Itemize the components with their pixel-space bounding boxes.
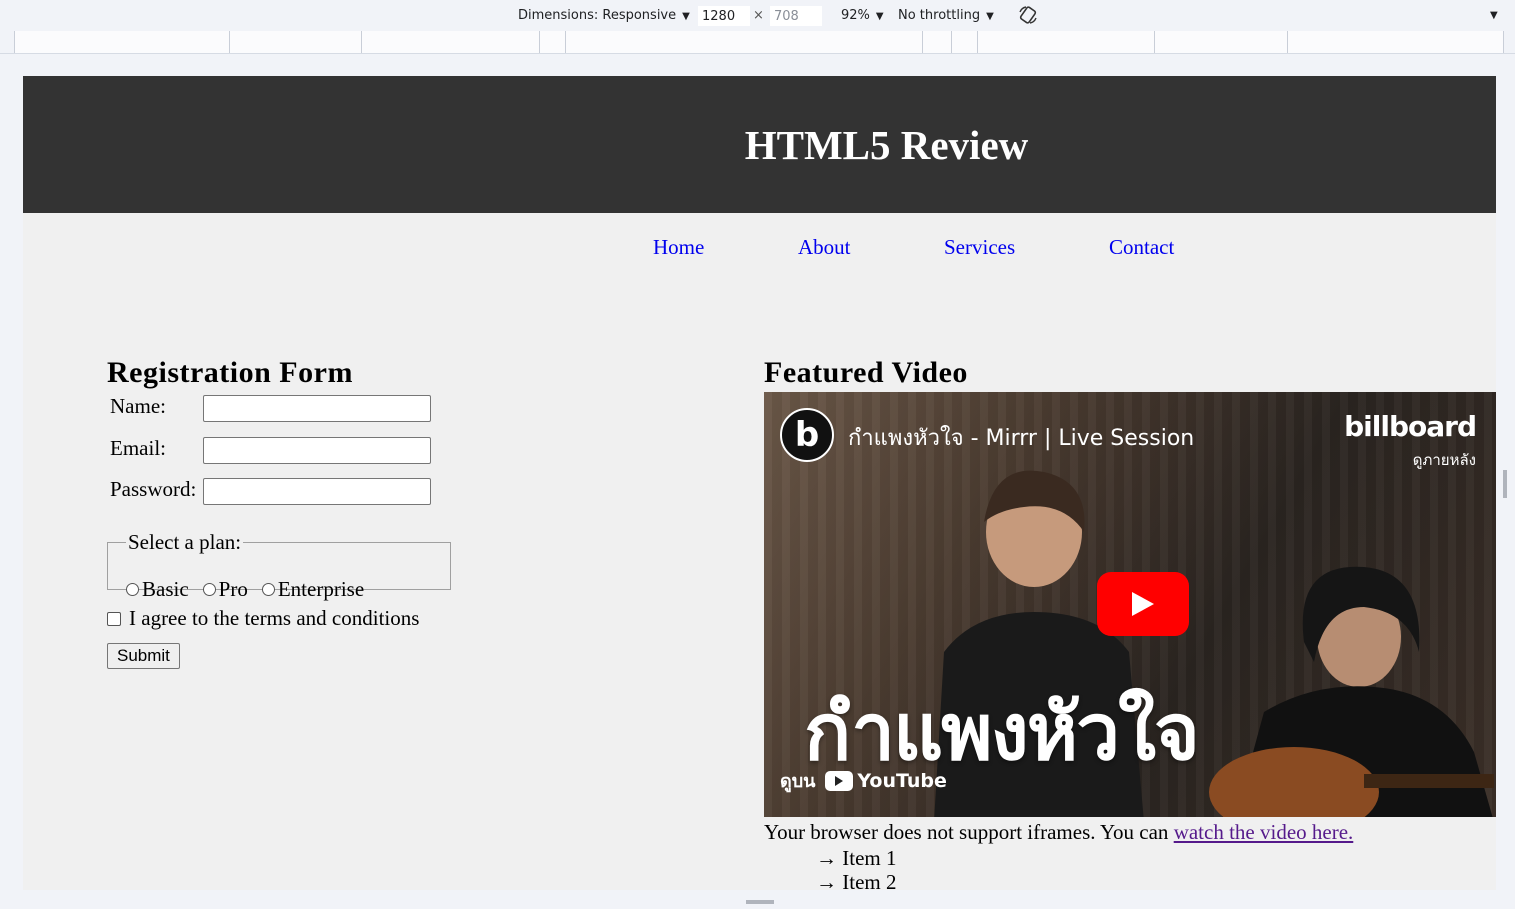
email-row: Email: xyxy=(107,432,527,474)
nav-home-link[interactable]: Home xyxy=(653,235,704,260)
resize-handle-right[interactable] xyxy=(1503,470,1507,498)
devtools-toolbar: Dimensions: Responsive ▼ × 92% ▼ No thrott… xyxy=(0,0,1515,32)
watch-on-youtube[interactable]: ดูบน YouTube xyxy=(780,766,947,795)
terms-checkbox[interactable] xyxy=(107,611,121,626)
channel-logo[interactable]: b xyxy=(780,408,834,462)
featured-video-section: Featured Video b กำแพงหัวใจ - Mirrr | Li… xyxy=(764,356,1496,890)
form-heading: Registration Form xyxy=(107,356,353,389)
watch-video-link[interactable]: watch the video here. xyxy=(1174,820,1354,844)
dimensions-dropdown[interactable]: Dimensions: Responsive ▼ xyxy=(518,8,690,23)
terms-row: I agree to the terms and conditions xyxy=(107,606,419,631)
play-icon xyxy=(1132,592,1154,616)
viewport-height-input[interactable] xyxy=(770,6,822,26)
page-viewport: HTML5 Review Home About Services Contact… xyxy=(23,76,1496,890)
password-input[interactable] xyxy=(203,478,431,505)
radio-circle-icon xyxy=(202,583,216,596)
name-row: Name: xyxy=(107,390,527,432)
plan-basic-radio[interactable]: Basic xyxy=(126,577,189,602)
viewport-width-input[interactable] xyxy=(698,6,750,26)
zoom-label: 92% xyxy=(841,8,870,23)
plan-enterprise-radio[interactable]: Enterprise xyxy=(261,577,365,602)
radio-circle-icon xyxy=(126,583,139,596)
more-options-icon[interactable]: ▼ xyxy=(1490,10,1498,21)
watch-later-label[interactable]: ดูภายหลัง xyxy=(1413,448,1476,472)
youtube-embed[interactable]: b กำแพงหัวใจ - Mirrr | Live Session bill… xyxy=(764,392,1496,817)
page-title: HTML5 Review xyxy=(744,121,1029,168)
video-heading: Featured Video xyxy=(764,356,968,389)
list-item: → Item 1 xyxy=(816,846,897,870)
radio-circle-icon xyxy=(261,583,275,596)
video-title[interactable]: กำแพงหัวใจ - Mirrr | Live Session xyxy=(848,420,1194,455)
item-list: → Item 1 → Item 2 xyxy=(816,846,896,890)
youtube-icon xyxy=(825,770,854,791)
nav-services-link[interactable]: Services xyxy=(944,235,1015,260)
main-nav: Home About Services Contact xyxy=(23,213,1496,277)
rotate-icon[interactable] xyxy=(1018,5,1038,29)
media-query-ruler[interactable] xyxy=(0,31,1515,54)
plan-basic-label: Basic xyxy=(142,577,189,601)
nav-contact-link[interactable]: Contact xyxy=(1109,235,1174,260)
plan-fieldset: Select a plan: Basic Pro Enterprise xyxy=(107,530,451,601)
email-label: Email: xyxy=(110,435,166,460)
plan-pro-label: Pro xyxy=(218,577,248,601)
password-label: Password: xyxy=(110,477,197,501)
chevron-down-icon: ▼ xyxy=(682,11,690,22)
watch-on-label: ดูบน xyxy=(780,771,816,792)
fallback-text: Your browser does not support iframes. Y… xyxy=(764,820,1174,844)
name-input[interactable] xyxy=(203,395,431,422)
chevron-down-icon: ▼ xyxy=(986,11,994,22)
nav-about-link[interactable]: About xyxy=(798,235,851,260)
submit-button[interactable]: Submit xyxy=(107,643,180,669)
times-sign: × xyxy=(753,8,764,23)
name-label: Name: xyxy=(110,394,166,418)
throttling-dropdown[interactable]: No throttling ▼ xyxy=(898,8,994,23)
plan-enterprise-label: Enterprise xyxy=(277,577,365,601)
list-item: → Item 2 xyxy=(816,870,897,890)
youtube-label: YouTube xyxy=(857,769,947,792)
play-button[interactable] xyxy=(1097,572,1189,636)
terms-label: I agree to the terms and conditions xyxy=(129,606,420,630)
billboard-logo: billboard xyxy=(1344,410,1477,443)
guitarist-figure xyxy=(1209,566,1494,817)
iframe-fallback: Your browser does not support iframes. Y… xyxy=(764,820,1353,845)
resize-handle-bottom[interactable] xyxy=(746,900,774,904)
registration-form: Registration Form Name: Email: Password:… xyxy=(107,356,527,669)
password-row: Password: xyxy=(107,473,527,515)
plan-pro-radio[interactable]: Pro xyxy=(202,577,248,602)
dimensions-label: Dimensions: Responsive xyxy=(518,8,677,23)
zoom-dropdown[interactable]: 92% ▼ xyxy=(841,8,884,23)
throttling-label: No throttling xyxy=(898,8,981,23)
site-header: HTML5 Review xyxy=(23,76,1496,213)
plan-legend: Select a plan: xyxy=(128,530,242,554)
chevron-down-icon: ▼ xyxy=(875,11,884,22)
email-input[interactable] xyxy=(203,436,431,464)
